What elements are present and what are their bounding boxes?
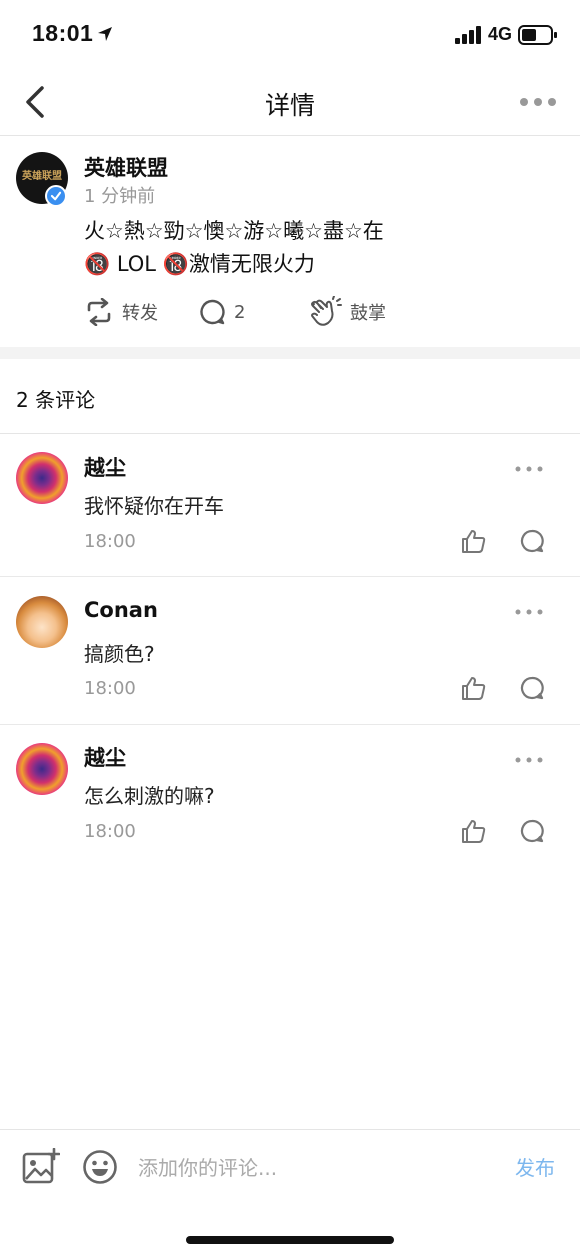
comments-count-label: 2 条评论 bbox=[16, 388, 96, 412]
post-text-line-2: 🔞 LOL 🔞激情无限火力 bbox=[84, 252, 315, 276]
send-button[interactable]: 发布 bbox=[515, 1152, 555, 1181]
comment-button[interactable]: 2 bbox=[198, 297, 245, 327]
add-image-icon[interactable] bbox=[22, 1148, 60, 1186]
status-bar: 18:01 4G bbox=[0, 0, 580, 70]
repost-icon bbox=[87, 298, 111, 326]
comment-more-icon[interactable] bbox=[514, 755, 544, 765]
comment-text: 怎么刺激的嘛? bbox=[84, 784, 215, 808]
like-icon[interactable] bbox=[460, 675, 486, 701]
comment-time: 18:00 bbox=[84, 531, 136, 552]
post-actions: 转发 2 鼓掌 bbox=[84, 296, 564, 327]
repost-label: 转发 bbox=[122, 303, 158, 324]
post-time: 1 分钟前 bbox=[84, 186, 156, 207]
post-avatar[interactable]: 英雄联盟 bbox=[16, 152, 68, 207]
like-icon[interactable] bbox=[460, 528, 486, 554]
reply-icon[interactable] bbox=[520, 819, 544, 843]
comment-time: 18:00 bbox=[84, 821, 136, 842]
comment-avatar[interactable] bbox=[16, 743, 68, 795]
location-arrow-icon bbox=[98, 27, 112, 41]
like-icon[interactable] bbox=[460, 818, 486, 844]
more-icon[interactable] bbox=[518, 90, 558, 114]
signal-icon bbox=[455, 26, 481, 44]
page-title: 详情 bbox=[264, 91, 315, 120]
home-indicator bbox=[186, 1236, 394, 1244]
section-divider bbox=[0, 347, 580, 359]
comment-avatar[interactable] bbox=[16, 596, 68, 648]
network-label: 4G bbox=[488, 24, 513, 44]
clap-label: 鼓掌 bbox=[350, 303, 386, 324]
comment-icon bbox=[200, 299, 225, 325]
verified-badge-icon bbox=[45, 185, 67, 207]
comment-author[interactable]: 越尘 bbox=[84, 742, 126, 772]
emoji-icon[interactable] bbox=[82, 1149, 118, 1185]
comment-item: 越尘 怎么刺激的嘛? 18:00 bbox=[0, 726, 580, 866]
status-time: 18:01 bbox=[32, 20, 94, 46]
post-text: 火☆熱☆勁☆懊☆游☆曦☆盡☆在 🔞 LOL 🔞激情无限火力 bbox=[84, 215, 554, 281]
nav-bar: 详情 bbox=[0, 70, 580, 136]
comments-header: 2 条评论 bbox=[0, 359, 580, 434]
comment-more-icon[interactable] bbox=[514, 607, 544, 617]
comment-item: Conan 搞颜色? 18:00 bbox=[0, 578, 580, 725]
composer-bar: 发布 bbox=[0, 1129, 580, 1256]
comment-input[interactable] bbox=[138, 1152, 438, 1184]
comment-author[interactable]: 越尘 bbox=[84, 452, 126, 482]
comment-more-icon[interactable] bbox=[514, 464, 544, 474]
post-card: 英雄联盟 英雄联盟 1 分钟前 火☆熱☆勁☆懊☆游☆曦☆盡☆在 🔞 LOL 🔞激… bbox=[0, 137, 580, 347]
comment-text: 搞颜色? bbox=[84, 642, 155, 666]
reply-icon[interactable] bbox=[520, 529, 544, 553]
post-text-line-1: 火☆熱☆勁☆懊☆游☆曦☆盡☆在 bbox=[84, 219, 384, 243]
battery-icon bbox=[518, 25, 557, 45]
comment-author[interactable]: Conan bbox=[84, 598, 158, 622]
clap-button[interactable]: 鼓掌 bbox=[308, 296, 386, 327]
comment-item: 越尘 我怀疑你在开车 18:00 bbox=[0, 435, 580, 577]
comment-text: 我怀疑你在开车 bbox=[84, 494, 224, 518]
post-author[interactable]: 英雄联盟 bbox=[84, 152, 168, 182]
avatar-logo-text: 英雄联盟 bbox=[22, 171, 62, 182]
reply-icon[interactable] bbox=[520, 676, 544, 700]
comment-avatar[interactable] bbox=[16, 452, 68, 504]
comment-time: 18:00 bbox=[84, 678, 136, 699]
repost-button[interactable]: 转发 bbox=[84, 297, 158, 327]
comment-count: 2 bbox=[234, 301, 246, 323]
clap-icon bbox=[311, 296, 342, 326]
